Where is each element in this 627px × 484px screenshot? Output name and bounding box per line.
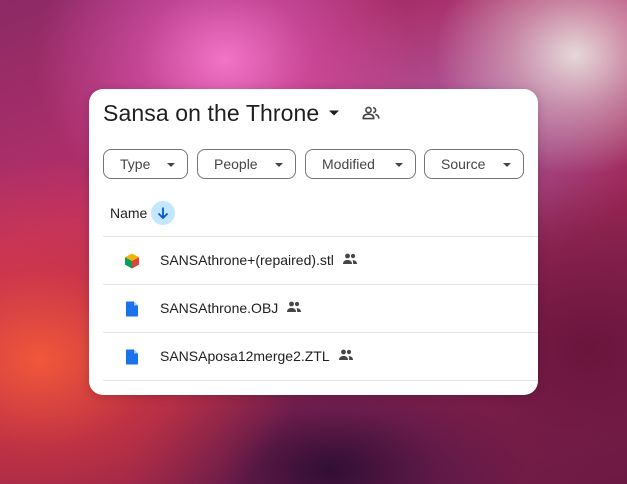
shared-people-icon[interactable]	[360, 102, 382, 124]
file-row[interactable]: SANSAthrone.OBJ	[103, 284, 538, 332]
filter-chip-type[interactable]: Type	[103, 149, 188, 179]
folder-title[interactable]: Sansa on the Throne	[103, 100, 319, 127]
file-row[interactable]: SANSAthrone+(repaired).stl	[103, 236, 538, 284]
file-name: SANSAposa12merge2.ZTL	[160, 348, 330, 364]
filter-chip-people[interactable]: People	[197, 149, 296, 179]
filter-chip-label: Source	[441, 156, 486, 172]
arrow-drop-down-icon	[503, 163, 511, 167]
file-list: SANSAthrone+(repaired).stl SANSAthrone.O…	[103, 236, 538, 381]
file-name: SANSAthrone.OBJ	[160, 300, 279, 316]
filter-chip-label: People	[214, 156, 258, 172]
column-header: Name	[110, 201, 176, 225]
shared-people-icon	[286, 299, 302, 315]
arrow-drop-down-icon	[167, 163, 175, 167]
arrow-drop-down-icon	[275, 163, 283, 167]
arrow-drop-down-icon[interactable]	[327, 106, 341, 120]
filter-chip-label: Modified	[322, 156, 375, 172]
3d-model-icon	[123, 252, 141, 270]
shared-people-icon	[342, 251, 358, 267]
sort-arrow-down-icon[interactable]	[151, 201, 176, 225]
shared-people-icon	[338, 347, 354, 363]
column-header-name[interactable]: Name	[110, 205, 147, 221]
file-icon	[123, 300, 141, 318]
arrow-drop-down-icon	[395, 163, 403, 167]
file-name: SANSAthrone+(repaired).stl	[160, 252, 334, 268]
filter-chip-label: Type	[120, 156, 151, 172]
filter-chip-modified[interactable]: Modified	[305, 149, 416, 179]
file-icon	[123, 348, 141, 366]
filter-chip-source[interactable]: Source	[424, 149, 524, 179]
folder-panel: Sansa on the Throne Type People Modified	[89, 89, 538, 395]
file-row[interactable]: SANSAposa12merge2.ZTL	[103, 332, 538, 381]
folder-title-row: Sansa on the Throne	[103, 98, 382, 128]
